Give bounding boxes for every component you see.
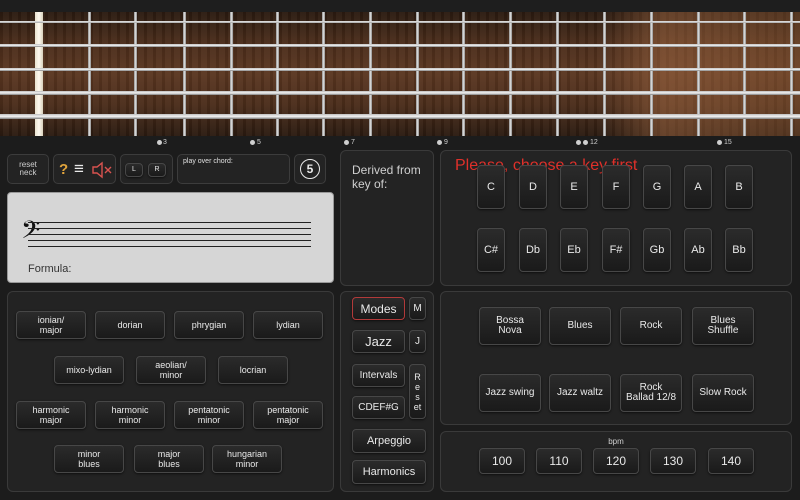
key-button-g[interactable]: G — [643, 165, 671, 209]
modes-toggle-m[interactable]: M — [409, 297, 426, 320]
staff-line — [28, 240, 311, 241]
string-1 — [0, 21, 800, 23]
staff-line — [28, 228, 311, 229]
key-button-d-flat[interactable]: Db — [519, 228, 547, 272]
bpm-label: bpm — [608, 437, 624, 446]
scale-pentatonic-minor[interactable]: pentatonic minor — [174, 401, 244, 429]
formula-label: Formula: — [28, 263, 72, 275]
tempo-110-button[interactable]: 110 — [536, 448, 582, 474]
key-button-a[interactable]: A — [684, 165, 712, 209]
staff-line — [28, 246, 311, 247]
channel-group: L R — [120, 154, 173, 184]
fret-marker-dot — [344, 140, 349, 145]
menu-icon[interactable]: ≡ — [74, 159, 84, 179]
play-over-chord-field[interactable]: play over chord: — [177, 154, 290, 184]
tempo-140-button[interactable]: 140 — [708, 448, 754, 474]
string-count-value: 5 — [300, 159, 320, 179]
fret-number: 12 — [590, 139, 598, 146]
key-button-b[interactable]: B — [725, 165, 753, 209]
cdef-g-button[interactable]: CDEF#G — [352, 396, 405, 419]
right-channel-button[interactable]: R — [148, 163, 166, 177]
fret-marker-dot — [576, 140, 581, 145]
harmonics-button[interactable]: Harmonics — [352, 460, 426, 484]
left-channel-button[interactable]: L — [125, 163, 143, 177]
style-bossa-nova[interactable]: Bossa Nova — [479, 307, 541, 345]
string-5 — [0, 114, 800, 119]
intervals-button[interactable]: Intervals — [352, 364, 405, 387]
key-button-e[interactable]: E — [560, 165, 588, 209]
tempo-130-button[interactable]: 130 — [650, 448, 696, 474]
key-button-g-flat[interactable]: Gb — [643, 228, 671, 272]
jazz-toggle-j[interactable]: J — [409, 330, 426, 353]
tools-group: ? ≡ — [53, 154, 116, 184]
scale-lydian[interactable]: lydian — [253, 311, 323, 339]
tempo-100-button[interactable]: 100 — [479, 448, 525, 474]
style-blues[interactable]: Blues — [549, 307, 611, 345]
top-strip — [0, 0, 800, 12]
style-rock-ballad[interactable]: Rock Ballad 12/8 — [620, 374, 682, 412]
fret-marker-dot — [437, 140, 442, 145]
reset-button[interactable]: Reset — [409, 364, 426, 419]
key-button-b-flat[interactable]: Bb — [725, 228, 753, 272]
scale-pentatonic-major[interactable]: pentatonic major — [253, 401, 323, 429]
derived-key-label: Derived from key of: — [352, 163, 421, 191]
style-jazz-waltz[interactable]: Jazz waltz — [549, 374, 611, 412]
key-button-e-flat[interactable]: Eb — [560, 228, 588, 272]
staff-display: 𝄢 Formula: — [7, 192, 334, 283]
scale-mixolydian[interactable]: mixo-lydian — [54, 356, 124, 384]
arpeggio-button[interactable]: Arpeggio — [352, 429, 426, 453]
style-blues-shuffle[interactable]: Blues Shuffle — [692, 307, 754, 345]
jazz-button[interactable]: Jazz — [352, 330, 405, 353]
fret-number: 7 — [351, 139, 355, 146]
scale-ionian-major[interactable]: ionian/ major — [16, 311, 86, 339]
scale-locrian[interactable]: locrian — [218, 356, 288, 384]
fretboard[interactable] — [0, 12, 800, 136]
reset-neck-button[interactable]: reset neck — [7, 154, 49, 184]
staff-line — [28, 222, 311, 223]
fret-marker-dot — [250, 140, 255, 145]
style-jazz-swing[interactable]: Jazz swing — [479, 374, 541, 412]
fret-marker-dot — [157, 140, 162, 145]
app-root: 3 5 7 9 12 15 reset neck ? ≡ L R play ov… — [0, 0, 800, 500]
string-4 — [0, 91, 800, 95]
scale-harmonic-major[interactable]: harmonic major — [16, 401, 86, 429]
tempo-120-button[interactable]: 120 — [593, 448, 639, 474]
play-over-chord-label: play over chord: — [183, 158, 233, 165]
fret-number: 9 — [444, 139, 448, 146]
derived-key-panel: Derived from key of: — [340, 150, 434, 286]
style-slow-rock[interactable]: Slow Rock — [692, 374, 754, 412]
key-button-a-flat[interactable]: Ab — [684, 228, 712, 272]
fret-number: 15 — [724, 139, 732, 146]
scale-dorian[interactable]: dorian — [95, 311, 165, 339]
fret-number: 3 — [163, 139, 167, 146]
help-icon[interactable]: ? — [59, 161, 68, 178]
key-button-c-sharp[interactable]: C# — [477, 228, 505, 272]
scale-phrygian[interactable]: phrygian — [174, 311, 244, 339]
scale-hungarian-minor[interactable]: hungarian minor — [212, 445, 282, 473]
style-rock[interactable]: Rock — [620, 307, 682, 345]
key-button-d[interactable]: D — [519, 165, 547, 209]
reset-label: Reset — [413, 371, 422, 412]
fret-number: 5 — [257, 139, 261, 146]
staff-line — [28, 234, 311, 235]
modes-button[interactable]: Modes — [352, 297, 405, 320]
key-button-f-sharp[interactable]: F# — [602, 228, 630, 272]
fret-marker-dot — [583, 140, 588, 145]
scale-major-blues[interactable]: major blues — [134, 445, 204, 473]
string-3 — [0, 68, 800, 71]
string-2 — [0, 44, 800, 47]
scale-harmonic-minor[interactable]: harmonic minor — [95, 401, 165, 429]
string-count-button[interactable]: 5 — [294, 154, 326, 184]
scale-aeolian-minor[interactable]: aeolian/ minor — [136, 356, 206, 384]
key-button-f[interactable]: F — [602, 165, 630, 209]
key-button-c[interactable]: C — [477, 165, 505, 209]
speaker-muted-icon[interactable] — [91, 161, 113, 184]
reset-neck-label: reset neck — [19, 160, 37, 177]
fret-marker-dot — [717, 140, 722, 145]
scale-minor-blues[interactable]: minor blues — [54, 445, 124, 473]
